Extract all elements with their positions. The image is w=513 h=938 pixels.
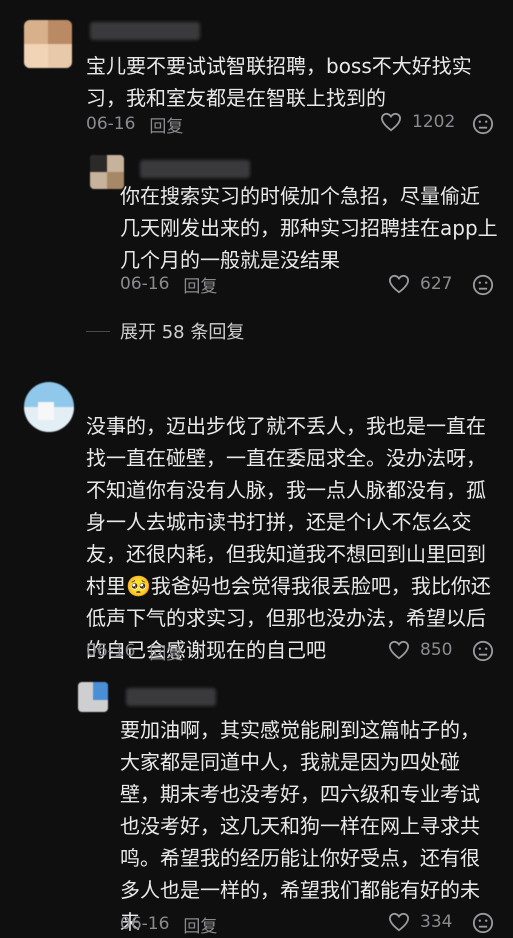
like-count: 627 [420,274,453,294]
comment-date: 06-16 [120,914,170,934]
expand-replies-button[interactable]: 展开 58 条回复 [86,318,244,344]
heart-outline-icon[interactable] [388,640,410,660]
like-count: 1202 [412,112,456,132]
reply-button[interactable]: 回复 [183,272,217,297]
avatar[interactable] [24,382,74,432]
comment-text: 宝儿要不要试试智联招聘，boss不大好找实 习，我和室友都是在智联上找到的 [86,54,472,110]
frown-face-icon[interactable] [472,274,494,296]
comment-date: 06-16 [86,641,136,661]
comment-meta: 06-16 回复 [86,110,183,138]
avatar[interactable] [90,155,124,189]
heart-outline-icon[interactable] [388,274,410,294]
comment-text: 你在搜索实习的时候加个急招，尽量偷近 几天刚发出来的，那种实习招聘挂在app上 … [120,184,498,272]
heart-outline-icon[interactable] [388,912,410,932]
like-control[interactable]: 627 [388,274,452,294]
like-control[interactable]: 850 [388,640,452,660]
avatar[interactable] [78,682,108,712]
username-blurred[interactable] [140,160,250,178]
comment-meta: 06-16 回复 [120,270,217,298]
username-blurred[interactable] [126,688,216,706]
reply-button[interactable]: 回复 [149,639,183,664]
heart-outline-icon[interactable] [380,112,402,132]
expand-divider [86,330,110,332]
frown-face-icon[interactable] [472,912,494,934]
avatar[interactable] [24,20,72,68]
expand-replies-label: 展开 58 条回复 [120,322,245,343]
comment-text: 要加油啊，其实感觉能刷到这篇帖子的， 大家都是同道中人，我就是因为四处碰 壁，期… [120,718,480,934]
comment-text: 没事的，迈出步伐了就不丢人，我也是一直在 找一直在碰壁，一直在委屈求全。没办法呀… [86,414,491,662]
comment-date: 06-16 [86,114,136,134]
frown-face-icon[interactable] [472,113,494,135]
like-count: 850 [420,640,453,660]
comment-meta: 06-16 回复 [120,910,217,938]
like-count: 334 [420,912,453,932]
username-blurred[interactable] [90,22,200,40]
like-control[interactable]: 1202 [380,112,455,132]
reply-button[interactable]: 回复 [149,112,183,137]
like-control[interactable]: 334 [388,912,452,932]
comment-meta: 06-16 回复 [86,637,183,665]
frown-face-icon[interactable] [472,640,494,662]
comment-date: 06-16 [120,274,170,294]
reply-button[interactable]: 回复 [183,912,217,937]
